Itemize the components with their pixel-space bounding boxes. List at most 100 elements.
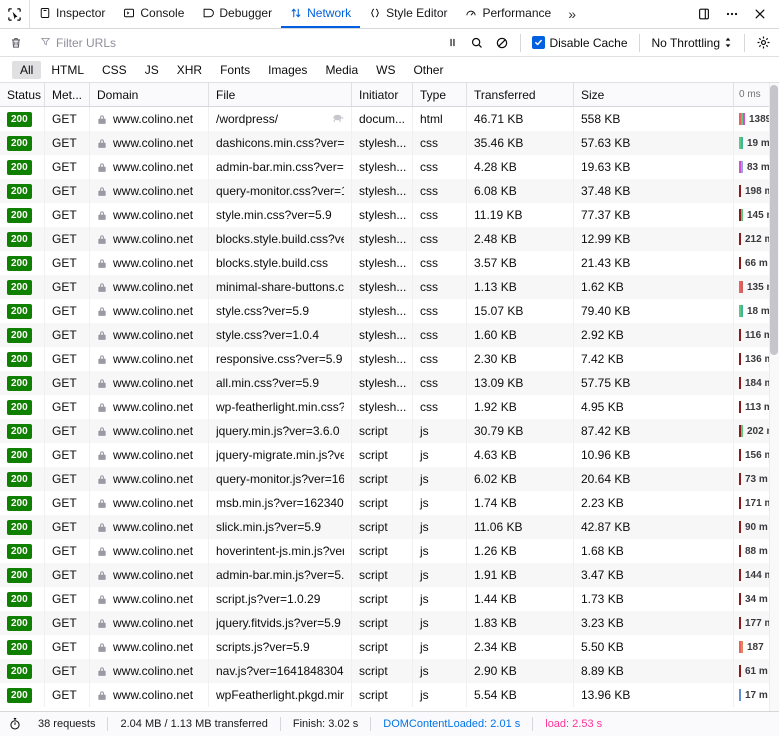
block-requests-icon[interactable] [491,32,513,54]
table-row[interactable]: 200 GET www.colino.net hoverintent-js.mi… [0,539,779,563]
cell-transferred: 3.57 KB [467,251,574,275]
filter-urls-field[interactable] [34,33,434,53]
dom-content-loaded-time: DOMContentLoaded: 2.01 s [383,718,521,730]
trash-icon[interactable] [5,32,27,54]
type-filter-xhr[interactable]: XHR [169,61,210,79]
cell-status: 200 [0,251,45,275]
table-row[interactable]: 200 GET www.colino.net jquery-migrate.mi… [0,443,779,467]
table-row[interactable]: 200 GET www.colino.net style.min.css?ver… [0,203,779,227]
table-scrollbar[interactable] [769,83,779,711]
column-header-transferred[interactable]: Transferred [467,83,574,106]
tab-style-editor[interactable]: Style Editor [360,0,456,28]
gear-icon[interactable] [752,32,774,54]
tab-inspector[interactable]: Inspector [30,0,114,28]
tab-debugger[interactable]: Debugger [193,0,281,28]
cell-domain: www.colino.net [90,611,209,635]
table-row[interactable]: 200 GET www.colino.net jquery.min.js?ver… [0,419,779,443]
table-row[interactable]: 200 GET www.colino.net jquery.fitvids.js… [0,611,779,635]
secure-lock-icon [97,570,107,581]
cell-method: GET [45,179,90,203]
table-row[interactable]: 200 GET www.colino.net wpFeatherlight.pk… [0,683,779,707]
table-row[interactable]: 200 GET www.colino.net wp-featherlight.m… [0,395,779,419]
cell-file: jquery.min.js?ver=3.6.0 [209,419,352,443]
waterfall: 19 m [739,137,772,149]
column-header-status[interactable]: Status [0,83,45,106]
cell-initiator: stylesh... [352,299,413,323]
stopwatch-icon[interactable] [8,717,26,731]
secure-lock-icon [97,210,107,221]
table-row[interactable]: 200 GET www.colino.net minimal-share-but… [0,275,779,299]
table-scrollbar-thumb[interactable] [770,85,778,355]
waterfall-time-label: 90 m [745,521,768,533]
cell-transferred: 2.30 KB [467,347,574,371]
table-row[interactable]: 200 GET www.colino.net style.css?ver=5.9… [0,299,779,323]
file-name: jquery-migrate.min.js?ver [216,448,344,462]
status-badge: 200 [7,639,32,655]
table-row[interactable]: 200 GET www.colino.net dashicons.min.css… [0,131,779,155]
disable-cache-checkbox[interactable]: Disable Cache [528,36,631,50]
waterfall-bars [739,113,745,125]
cell-size: 37.48 KB [574,179,734,203]
meatball-menu-icon[interactable] [719,1,745,27]
column-header-method[interactable]: Met... [45,83,90,106]
type-filter-images[interactable]: Images [260,61,315,79]
waterfall-segment [741,425,743,437]
column-header-size[interactable]: Size [574,83,734,106]
table-row[interactable]: 200 GET www.colino.net style.css?ver=1.0… [0,323,779,347]
table-row[interactable]: 200 GET www.colino.net query-monitor.css… [0,179,779,203]
cell-transferred: 6.02 KB [467,467,574,491]
column-header-initiator[interactable]: Initiator [352,83,413,106]
waterfall-segment [741,641,743,653]
close-icon[interactable] [747,1,773,27]
table-row[interactable]: 200 GET www.colino.net responsive.css?ve… [0,347,779,371]
file-name: all.min.css?ver=5.9 [216,376,320,390]
pause-icon[interactable] [441,32,463,54]
table-row[interactable]: 200 GET www.colino.net admin-bar.min.css… [0,155,779,179]
table-row[interactable]: 200 GET www.colino.net scripts.js?ver=5.… [0,635,779,659]
table-row[interactable]: 200 GET www.colino.net script.js?ver=1.0… [0,587,779,611]
cell-size: 4.95 KB [574,395,734,419]
element-picker-icon[interactable] [0,0,30,28]
type-filter-other[interactable]: Other [405,61,451,79]
waterfall-bars [739,281,743,293]
table-row[interactable]: 200 GET www.colino.net nav.js?ver=164184… [0,659,779,683]
type-filter-js[interactable]: JS [137,61,167,79]
waterfall-time-label: 61 m [745,665,768,677]
table-row[interactable]: 200 GET www.colino.net admin-bar.min.js?… [0,563,779,587]
table-row[interactable]: 200 GET www.colino.net /wordpress/ docum… [0,107,779,131]
table-row[interactable]: 200 GET www.colino.net all.min.css?ver=5… [0,371,779,395]
table-row[interactable]: 200 GET www.colino.net blocks.style.buil… [0,251,779,275]
tab-console[interactable]: Console [114,0,193,28]
waterfall: 184 m [739,377,773,389]
waterfall-segment [739,593,741,605]
tab-performance[interactable]: Performance [456,0,560,28]
search-input[interactable] [56,35,429,50]
file-name: jquery.fitvids.js?ver=5.9 [216,616,341,630]
type-filter-css[interactable]: CSS [94,61,135,79]
tab-network[interactable]: Network [281,0,361,28]
file-name: admin-bar.min.css?ver=5. [216,160,344,174]
type-filter-all[interactable]: All [12,60,42,79]
type-filter-fonts[interactable]: Fonts [212,61,258,79]
cell-file: wp-featherlight.min.css?v [209,395,352,419]
tab-console-label: Console [140,6,185,20]
table-row[interactable]: 200 GET www.colino.net slick.min.js?ver=… [0,515,779,539]
tabs-overflow-icon[interactable]: » [560,0,584,28]
table-row[interactable]: 200 GET www.colino.net query-monitor.js?… [0,467,779,491]
cell-file: responsive.css?ver=5.9 [209,347,352,371]
cell-domain: www.colino.net [90,491,209,515]
type-filter-ws[interactable]: WS [368,61,403,79]
throttling-dropdown[interactable]: No Throttling [647,36,737,50]
file-name: nav.js?ver=1641848304 [216,664,344,678]
column-header-type[interactable]: Type [413,83,467,106]
cell-method: GET [45,323,90,347]
column-header-domain[interactable]: Domain [90,83,209,106]
table-row[interactable]: 200 GET www.colino.net blocks.style.buil… [0,227,779,251]
column-header-file[interactable]: File [209,83,352,106]
type-filter-html[interactable]: HTML [43,61,92,79]
dock-icon[interactable] [691,1,717,27]
file-name: msb.min.js?ver=16234055 [216,496,344,510]
search-icon[interactable] [466,32,488,54]
type-filter-media[interactable]: Media [317,61,366,79]
table-row[interactable]: 200 GET www.colino.net msb.min.js?ver=16… [0,491,779,515]
